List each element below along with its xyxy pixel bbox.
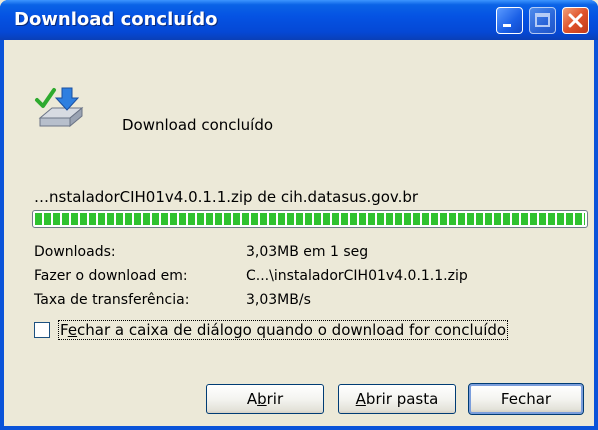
- minimize-icon: [503, 24, 511, 27]
- open-button-post: rir: [266, 390, 284, 408]
- close-on-complete-checkbox[interactable]: [34, 322, 50, 338]
- maximize-button: [529, 7, 556, 34]
- open-folder-button-post: brir pasta: [365, 390, 439, 408]
- close-button[interactable]: Fechar: [468, 383, 584, 415]
- close-on-complete-label-accesskey: e: [67, 321, 78, 339]
- close-window-button[interactable]: [562, 7, 589, 34]
- window-bottom-border: [0, 426, 598, 430]
- save-to-value: C...\instaladorCIH01v4.0.1.1.zip: [246, 268, 468, 284]
- maximize-icon: [535, 13, 550, 27]
- dialog-body: [4, 40, 594, 430]
- download-complete-icon: [35, 87, 84, 128]
- download-source: …nstaladorCIH01v4.0.1.1.zip de cih.datas…: [34, 188, 419, 206]
- open-button[interactable]: Abrir: [206, 384, 324, 414]
- open-folder-button-accesskey: A: [355, 390, 366, 408]
- save-to-label: Fazer o download em:: [34, 268, 188, 284]
- transfer-rate-value: 3,03MB/s: [246, 292, 311, 308]
- open-button-pre: A: [246, 390, 258, 408]
- title-bar[interactable]: Download concluído: [0, 0, 598, 40]
- progress-fill: [35, 213, 585, 225]
- downloads-value: 3,03MB em 1 seg: [246, 244, 369, 260]
- close-icon: [568, 13, 583, 28]
- close-on-complete-label[interactable]: Fechar a caixa de diálogo quando o downl…: [58, 320, 509, 340]
- minimize-button[interactable]: [496, 7, 523, 34]
- transfer-rate-label: Taxa de transferência:: [34, 292, 190, 308]
- open-folder-button[interactable]: Abrir pasta: [338, 384, 456, 414]
- progress-bar: [32, 210, 588, 228]
- download-dialog-window: Download concluído Download concluído …n…: [0, 0, 598, 430]
- window-title: Download concluído: [14, 9, 218, 30]
- downloads-label: Downloads:: [34, 244, 116, 260]
- open-button-accesskey: b: [257, 390, 267, 408]
- dialog-heading: Download concluído: [122, 116, 274, 134]
- close-on-complete-label-post: char a caixa de diálogo quando o downloa…: [77, 321, 507, 339]
- close-on-complete-label-pre: F: [60, 321, 68, 339]
